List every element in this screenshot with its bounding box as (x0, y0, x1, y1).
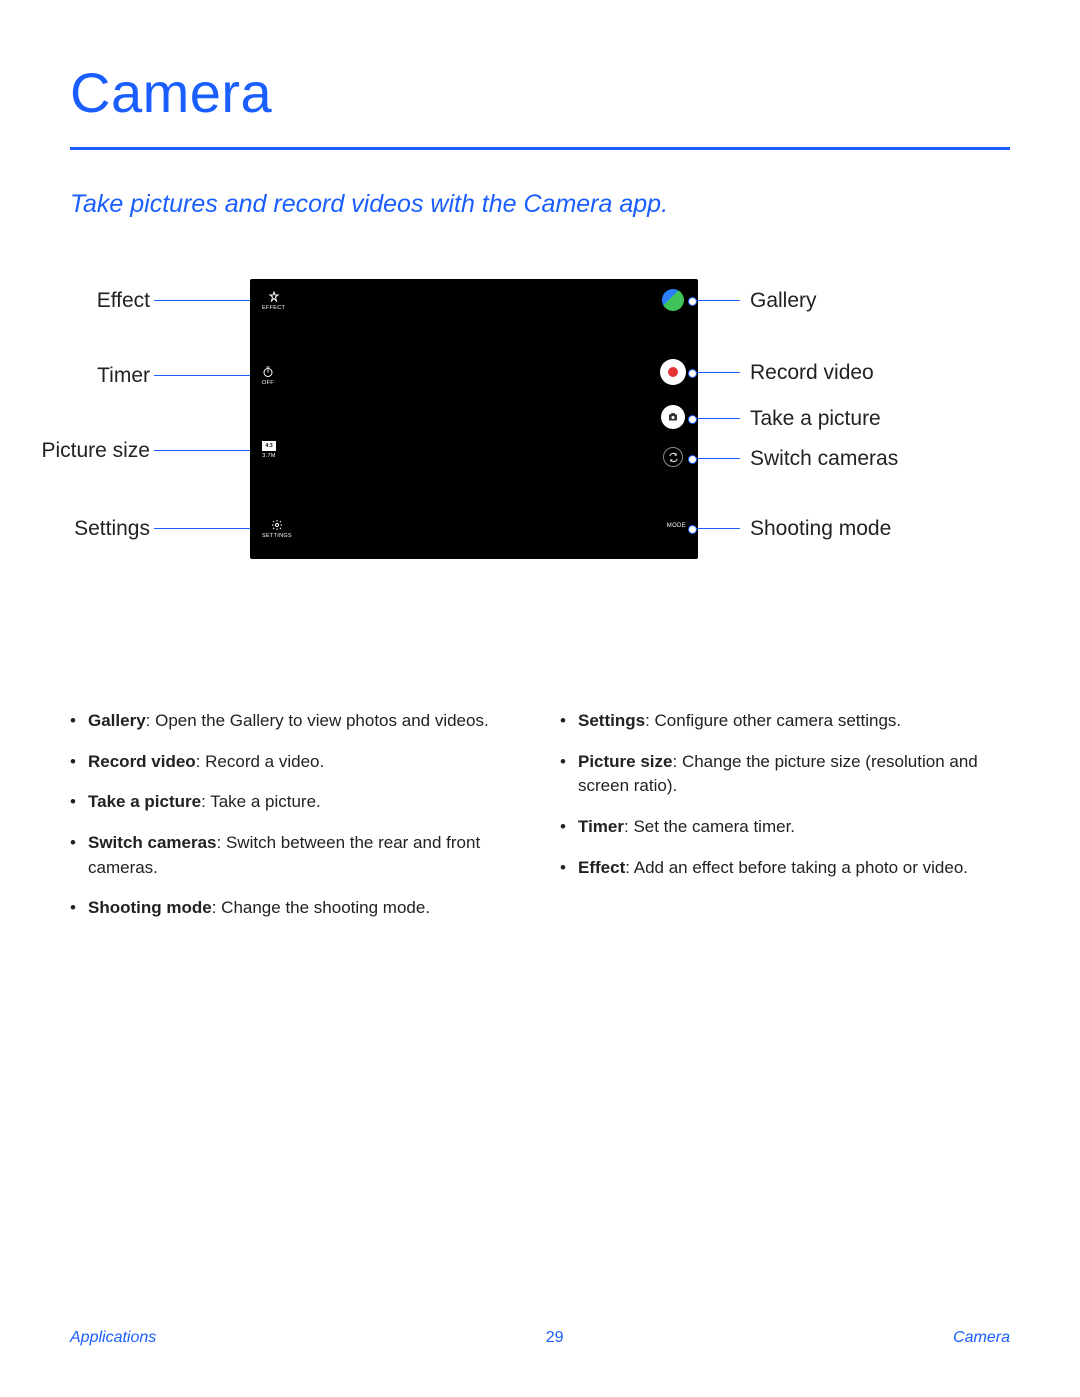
list-item: Effect: Add an effect before taking a ph… (560, 856, 1010, 881)
connector (692, 458, 740, 459)
connector (154, 300, 260, 301)
connector (692, 418, 740, 419)
list-item: Shooting mode: Change the shooting mode. (70, 896, 520, 921)
connector (692, 372, 740, 373)
take-picture-button[interactable] (661, 405, 685, 429)
connector (154, 528, 260, 529)
label-effect: Effect (70, 289, 150, 313)
footer-left: Applications (70, 1329, 156, 1347)
page-footer: Applications 29 Camera (70, 1329, 1010, 1347)
page-subtitle: Take pictures and record videos with the… (70, 190, 1010, 219)
timer-caption: OFF (262, 380, 274, 386)
label-switch-cameras: Switch cameras (750, 447, 898, 471)
list-item: Take a picture: Take a picture. (70, 790, 520, 815)
label-timer: Timer (70, 364, 150, 388)
description-col-left: Gallery: Open the Gallery to view photos… (70, 709, 520, 937)
list-item: Record video: Record a video. (70, 750, 520, 775)
effect-caption: EFFECT (262, 305, 285, 311)
label-shooting-mode: Shooting mode (750, 517, 891, 541)
list-item: Timer: Set the camera timer. (560, 815, 1010, 840)
description-columns: Gallery: Open the Gallery to view photos… (70, 709, 1010, 937)
page: Camera Take pictures and record videos w… (0, 0, 1080, 1397)
timer-icon[interactable]: OFF (262, 366, 274, 386)
label-settings: Settings (58, 517, 150, 541)
title-rule (70, 147, 1010, 150)
page-title: Camera (70, 60, 1010, 125)
record-dot-icon (668, 367, 678, 377)
label-record-video: Record video (750, 361, 874, 385)
label-take-picture: Take a picture (750, 407, 881, 431)
mode-button[interactable]: MODE (667, 523, 686, 529)
camera-diagram: Effect Timer Picture size Settings EFFEC… (70, 279, 1010, 599)
connector (154, 450, 260, 451)
list-item: Switch cameras: Switch between the rear … (70, 831, 520, 880)
footer-right: Camera (953, 1329, 1010, 1347)
description-col-right: Settings: Configure other camera setting… (560, 709, 1010, 937)
label-picture-size: Picture size (30, 439, 150, 463)
list-item: Picture size: Change the picture size (r… (560, 750, 1010, 799)
connector (692, 528, 740, 529)
picture-size-icon[interactable]: 4:3 3.7M (262, 441, 276, 459)
settings-caption: SETTINGS (262, 533, 292, 539)
list-item: Settings: Configure other camera setting… (560, 709, 1010, 734)
effect-icon[interactable]: EFFECT (262, 291, 285, 311)
record-video-button[interactable] (660, 359, 686, 385)
label-gallery: Gallery (750, 289, 817, 313)
settings-icon[interactable]: SETTINGS (262, 519, 292, 539)
camera-icon (667, 411, 679, 423)
connector (692, 300, 740, 301)
list-item: Gallery: Open the Gallery to view photos… (70, 709, 520, 734)
footer-page-number: 29 (546, 1329, 564, 1347)
ratio-badge: 4:3 (262, 441, 276, 451)
size-caption: 3.7M (262, 453, 275, 459)
switch-cameras-button[interactable] (663, 447, 683, 467)
connector (154, 375, 260, 376)
gallery-thumbnail[interactable] (662, 289, 684, 311)
camera-screen: EFFECT OFF 4:3 3.7M SETTINGS (250, 279, 698, 559)
switch-icon (668, 452, 679, 463)
